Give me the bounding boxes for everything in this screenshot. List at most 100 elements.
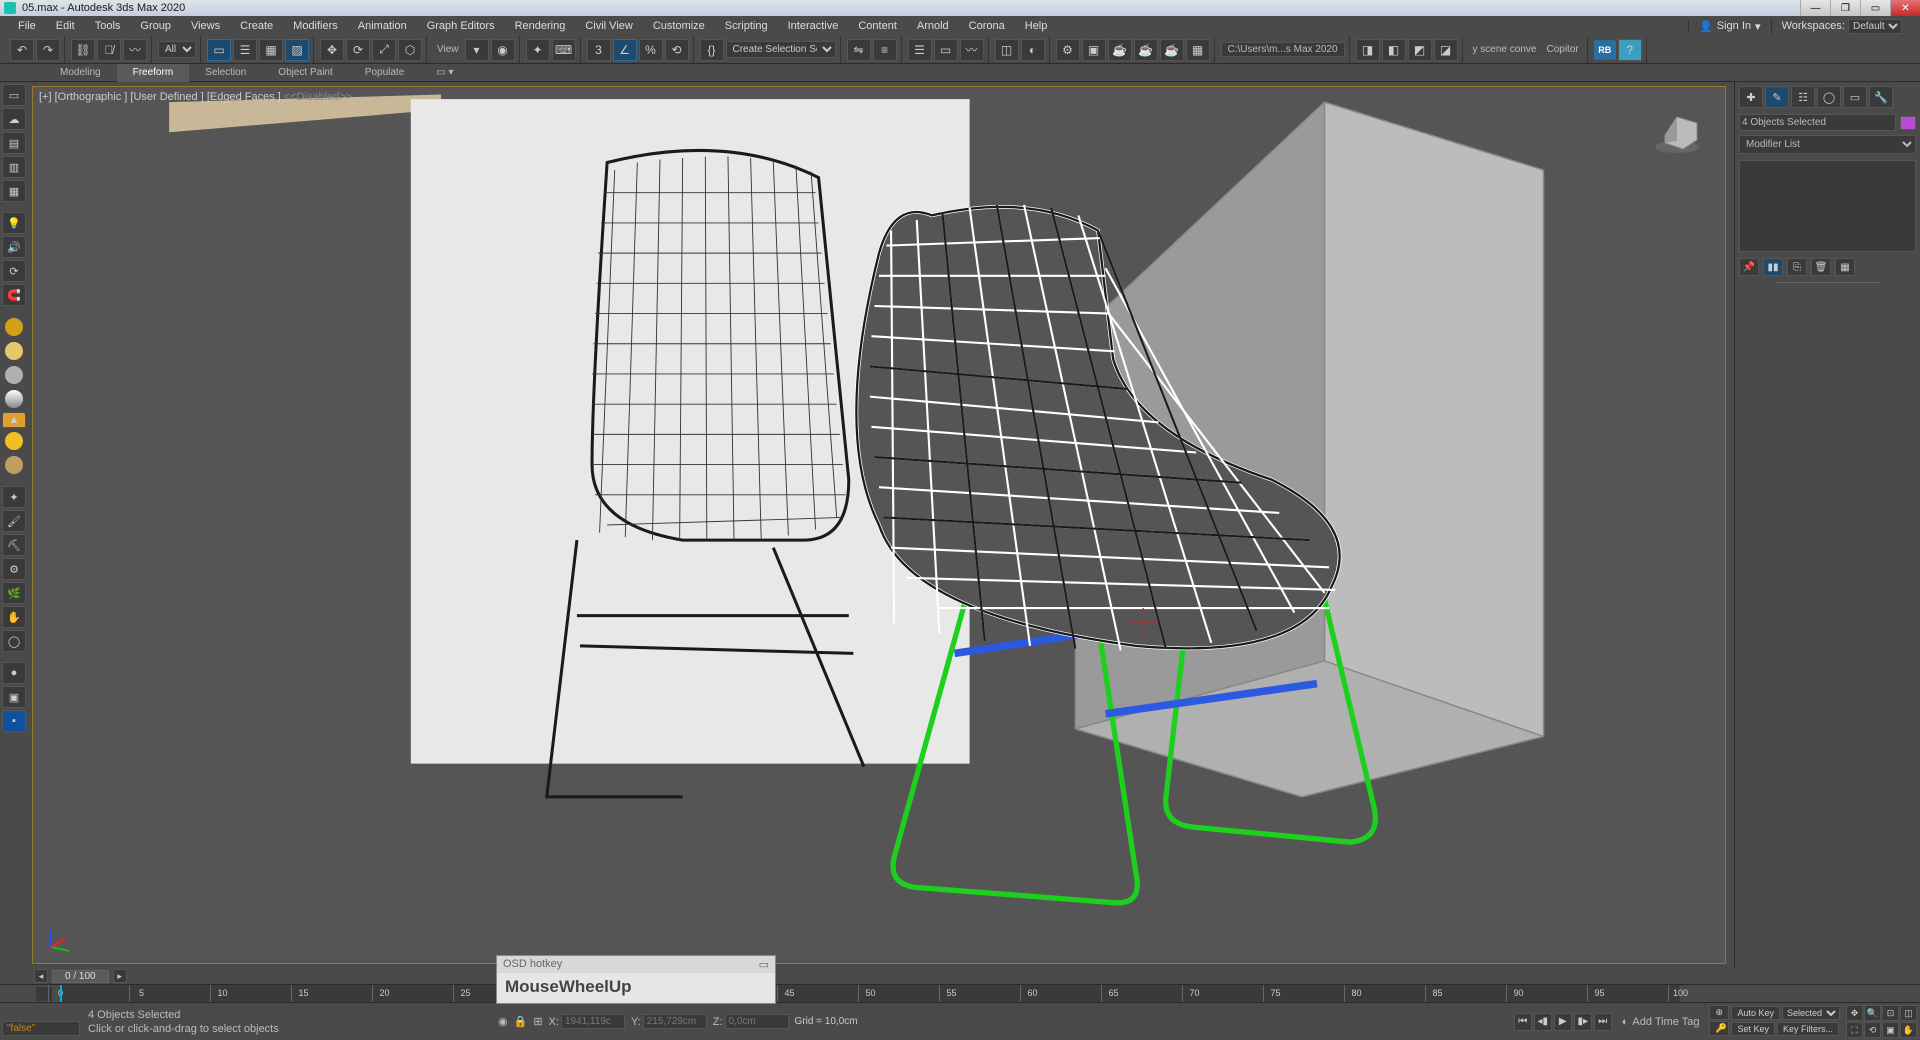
sign-in[interactable]: 👤 Sign In ▾ [1688, 20, 1770, 33]
nav-fov-button[interactable]: ◫ [1900, 1005, 1917, 1021]
ribbon-tab-freeform[interactable]: Freeform [117, 64, 190, 82]
redo-button[interactable]: ↷ [36, 39, 60, 61]
placement-button[interactable]: ⬡ [398, 39, 422, 61]
lp-cone-icon[interactable]: ▲ [2, 412, 26, 428]
menu-arnold[interactable]: Arnold [907, 16, 959, 36]
window-minimize-button[interactable]: — [1800, 0, 1830, 16]
render-setup-button[interactable]: ⚙ [1056, 39, 1080, 61]
toggle-ribbon-button[interactable]: ▭ [934, 39, 958, 61]
pin-stack-button[interactable]: 📌 [1739, 258, 1759, 276]
lp-color-grey[interactable] [5, 366, 23, 384]
selection-lock-icon[interactable]: 🔒 [514, 1015, 528, 1028]
window-close-button[interactable]: ✕ [1890, 0, 1920, 16]
lp-util-icon[interactable]: ▣ [2, 686, 26, 708]
menu-corona[interactable]: Corona [959, 16, 1015, 36]
menu-civil-view[interactable]: Civil View [575, 16, 642, 36]
lp-light-icon[interactable]: 💡 [2, 212, 26, 234]
lp-particles-icon[interactable]: ✦ [2, 486, 26, 508]
render-iterative-button[interactable]: ☕ [1134, 39, 1158, 61]
lp-color-amber[interactable] [5, 318, 23, 336]
prev-frame-button[interactable]: ◂▮ [1534, 1013, 1552, 1031]
cmd-tab-display[interactable]: ▭ [1843, 86, 1867, 108]
window-maximize-button[interactable]: ▭ [1860, 0, 1890, 16]
lp-sound-icon[interactable]: 🔊 [2, 236, 26, 258]
bind-spacewarp-button[interactable]: 〰 [123, 39, 147, 61]
time-marker[interactable] [60, 985, 62, 1002]
select-by-name-button[interactable]: ☰ [233, 39, 257, 61]
scale-button[interactable]: ⤢ [372, 39, 396, 61]
corona-tool-3[interactable]: ◩ [1408, 39, 1432, 61]
ribbon-tab-populate[interactable]: Populate [349, 64, 420, 82]
remove-modifier-button[interactable]: 🗑 [1811, 258, 1831, 276]
menu-views[interactable]: Views [181, 16, 230, 36]
lp-magnet-icon[interactable]: 🧲 [2, 284, 26, 306]
selection-filter[interactable]: All [158, 41, 196, 58]
object-color-swatch[interactable] [1900, 116, 1916, 130]
key-filters-button[interactable]: Key Filters... [1777, 1022, 1839, 1036]
lp-black-dot[interactable]: ● [2, 662, 26, 684]
ribbon-tab-selection[interactable]: Selection [189, 64, 262, 82]
named-selection-sets[interactable]: Create Selection Se [726, 41, 836, 58]
menu-tools[interactable]: Tools [85, 16, 131, 36]
trackbar[interactable]: 0510152025303540455055606570758085909510… [0, 984, 1920, 1002]
window-crossing-button[interactable]: ▨ [285, 39, 309, 61]
corona-tool-4[interactable]: ◪ [1434, 39, 1458, 61]
lp-plant-icon[interactable]: 🌿 [2, 582, 26, 604]
unlink-button[interactable]: ⛓̸ [97, 39, 121, 61]
spinner-snap-button[interactable]: ⟲ [665, 39, 689, 61]
nav-zoom-button[interactable]: 🔍 [1864, 1005, 1881, 1021]
lp-gear-icon[interactable]: ⚙ [2, 558, 26, 580]
menu-animation[interactable]: Animation [348, 16, 417, 36]
schematic-view-button[interactable]: ◫ [995, 39, 1019, 61]
lp-tool-3[interactable]: ▤ [2, 132, 26, 154]
menu-help[interactable]: Help [1015, 16, 1058, 36]
goto-start-button[interactable]: ⏮ [1514, 1013, 1532, 1031]
viewcube[interactable] [1647, 105, 1707, 155]
x-coord-field[interactable] [561, 1014, 625, 1029]
cmd-tab-utilities[interactable]: 🔧 [1869, 86, 1893, 108]
y-coord-field[interactable] [643, 1014, 707, 1029]
menu-modifiers[interactable]: Modifiers [283, 16, 348, 36]
goto-end-button[interactable]: ⏭ [1594, 1013, 1612, 1031]
menu-create[interactable]: Create [230, 16, 283, 36]
nav-zoom-all-button[interactable]: ⊡ [1882, 1005, 1899, 1021]
render-activeshade-button[interactable]: ☕ [1160, 39, 1184, 61]
edit-named-sel-button[interactable]: {} [700, 39, 724, 61]
mirror-button[interactable]: ⇋ [847, 39, 871, 61]
rect-region-button[interactable]: ▦ [259, 39, 283, 61]
key-target-select[interactable]: Selected [1782, 1006, 1840, 1020]
render-last-button[interactable]: ▦ [1186, 39, 1210, 61]
material-editor-button[interactable]: ◐ [1021, 39, 1045, 61]
time-slider[interactable]: ◂ 0 / 100 ▸ [30, 968, 1920, 984]
ribbon-tab-modeling[interactable]: Modeling [44, 64, 117, 82]
configure-sets-button[interactable]: ▦ [1835, 258, 1855, 276]
menu-customize[interactable]: Customize [643, 16, 715, 36]
lp-rotate-icon[interactable]: ⟳ [2, 260, 26, 282]
menu-edit[interactable]: Edit [46, 16, 85, 36]
make-unique-button[interactable]: ⎘ [1787, 258, 1807, 276]
layer-explorer-button[interactable]: ☰ [908, 39, 932, 61]
lp-axe-icon[interactable]: ⛏ [2, 534, 26, 556]
render-production-button[interactable]: ☕ [1108, 39, 1132, 61]
viewport-label[interactable]: [+] [Orthographic ] [User Defined ] [Edg… [39, 91, 352, 103]
angle-snap-button[interactable]: ∠ [613, 39, 637, 61]
percent-snap-button[interactable]: % [639, 39, 663, 61]
modifier-stack[interactable] [1739, 160, 1916, 252]
select-object-button[interactable]: ▭ [207, 39, 231, 61]
time-prev-button[interactable]: ◂ [34, 969, 48, 983]
time-label[interactable]: 0 / 100 [52, 970, 109, 983]
setkey-button[interactable]: Set Key [1731, 1022, 1775, 1036]
play-button[interactable]: ▶ [1554, 1013, 1572, 1031]
menu-interactive[interactable]: Interactive [778, 16, 849, 36]
corona-tool-2[interactable]: ◧ [1382, 39, 1406, 61]
nav-pan-button[interactable]: ✥ [1846, 1005, 1863, 1021]
lp-color-bronze[interactable] [5, 456, 23, 474]
rotate-button[interactable]: ⟳ [346, 39, 370, 61]
menu-rendering[interactable]: Rendering [505, 16, 576, 36]
lp-color-tan[interactable] [5, 342, 23, 360]
use-center-button[interactable]: ◉ [491, 39, 515, 61]
viewport[interactable]: [+] [Orthographic ] [User Defined ] [Edg… [32, 86, 1726, 964]
time-tag-slider-icon[interactable]: ◐ [1622, 1016, 1629, 1028]
maxscript-listener[interactable]: "false" [2, 1021, 80, 1036]
undo-button[interactable]: ↶ [10, 39, 34, 61]
